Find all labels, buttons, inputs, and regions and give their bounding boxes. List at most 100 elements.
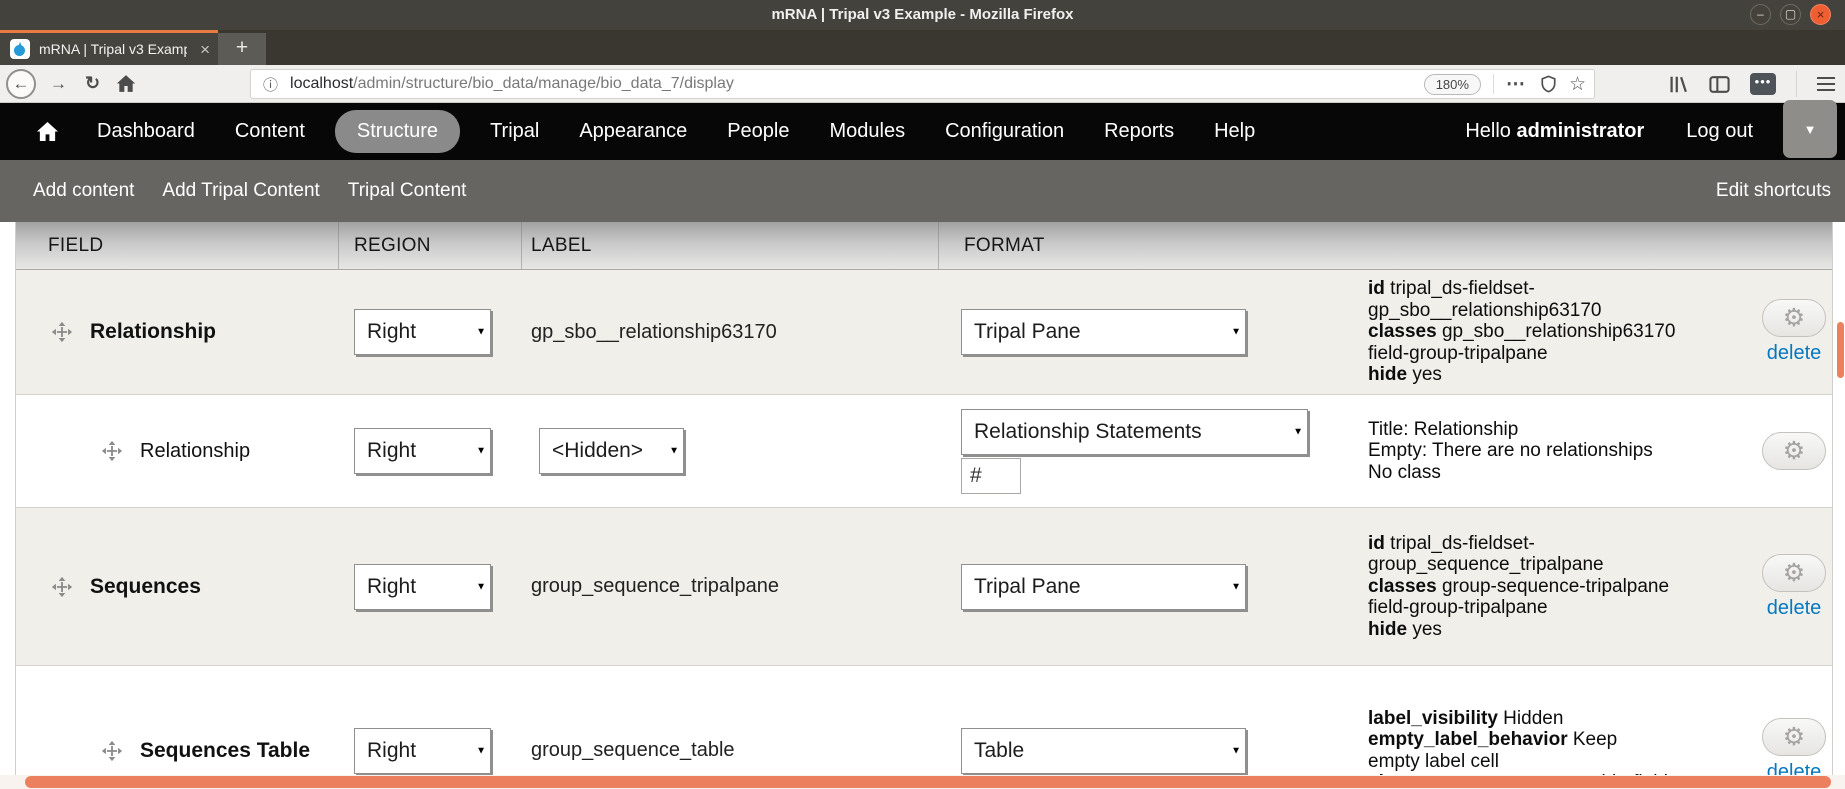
field-cell: Sequences Table xyxy=(16,666,339,789)
shortcut-add-tripal-content[interactable]: Add Tripal Content xyxy=(148,180,333,202)
field-name: Relationship xyxy=(90,314,216,350)
region-select[interactable]: Right ▼ xyxy=(354,728,491,774)
horizontal-scrollbar-thumb[interactable] xyxy=(25,776,1831,788)
column-header-format: FORMAT xyxy=(939,222,1346,269)
machine-label: group_sequence_tripalpane xyxy=(531,575,779,598)
admin-home-icon[interactable] xyxy=(36,121,59,142)
menu-icon[interactable] xyxy=(1817,77,1835,91)
site-info-icon[interactable]: ⓘ xyxy=(263,74,278,95)
library-icon[interactable] xyxy=(1668,75,1689,94)
summary-line: field-group-tripalpane xyxy=(1368,343,1675,365)
column-header-settings xyxy=(1346,222,1736,269)
browser-tab[interactable]: mRNA | Tripal v3 Example × xyxy=(0,30,218,65)
extension-icon[interactable]: ••• xyxy=(1750,73,1776,95)
pocket-shield-icon[interactable] xyxy=(1540,75,1557,93)
format-class-input[interactable] xyxy=(961,458,1021,494)
admin-toolbar: DashboardContent Structure TripalAppearanc… xyxy=(0,103,1845,160)
admin-menu-item-appearance[interactable]: Appearance xyxy=(559,120,707,143)
back-button[interactable]: ← xyxy=(6,69,36,99)
drag-handle-icon[interactable] xyxy=(51,321,73,343)
reload-button[interactable]: ↻ xyxy=(85,73,100,94)
shortcuts-bar: Add content Add Tripal Content Tripal Co… xyxy=(0,160,1845,222)
region-cell: Right ▼ xyxy=(339,270,522,394)
region-cell: Right ▼ xyxy=(339,666,522,789)
select-arrow-icon: ▼ xyxy=(1293,426,1303,437)
admin-menu-item-content[interactable]: Content xyxy=(215,120,325,143)
maximize-button[interactable]: ▢ xyxy=(1780,4,1801,25)
machine-label: gp_sbo__relationship63170 xyxy=(531,321,777,344)
vertical-scrollbar-thumb[interactable] xyxy=(1837,322,1844,378)
region-select[interactable]: Right ▼ xyxy=(354,428,491,474)
format-select[interactable]: Relationship Statements ▼ xyxy=(961,409,1308,455)
settings-gear-button[interactable]: ⚙ xyxy=(1762,299,1826,337)
table-header-row: FIELD REGION LABEL FORMAT xyxy=(16,222,1832,270)
settings-gear-button[interactable]: ⚙ xyxy=(1762,432,1826,470)
close-button[interactable]: × xyxy=(1810,4,1831,25)
admin-menu-item-dashboard[interactable]: Dashboard xyxy=(77,120,215,143)
admin-menu-item-modules[interactable]: Modules xyxy=(810,120,926,143)
summary-line: field-group-tripalpane xyxy=(1368,597,1669,619)
summary-line: hide yes xyxy=(1368,619,1669,641)
zoom-level-badge[interactable]: 180% xyxy=(1424,74,1481,95)
drag-handle-icon[interactable] xyxy=(101,740,123,762)
chevron-down-icon: ▼ xyxy=(1804,122,1817,137)
minimize-button[interactable]: – xyxy=(1750,4,1771,25)
admin-menu-item-people[interactable]: People xyxy=(707,120,809,143)
format-select[interactable]: Table ▼ xyxy=(961,728,1246,774)
logout-link[interactable]: Log out xyxy=(1686,120,1753,143)
label-select[interactable]: <Hidden> ▼ xyxy=(539,428,684,474)
shortcut-add-content[interactable]: Add content xyxy=(19,180,148,202)
url-bar[interactable]: ⓘ localhost/admin/structure/bio_data/man… xyxy=(250,69,1595,99)
settings-gear-button[interactable]: ⚙ xyxy=(1762,554,1826,592)
delete-link[interactable]: delete xyxy=(1767,342,1822,365)
admin-menu-item-configuration[interactable]: Configuration xyxy=(925,120,1084,143)
gear-icon: ⚙ xyxy=(1783,722,1805,752)
field-name: Relationship xyxy=(140,433,250,469)
operations-cell: ⚙ delete xyxy=(1736,270,1834,394)
operations-cell: ⚙ delete xyxy=(1736,508,1834,665)
summary-cell: id tripal_ds-fieldset-gp_sbo__relationsh… xyxy=(1346,270,1736,394)
window-controls: – ▢ × xyxy=(1750,4,1831,25)
admin-menu: DashboardContent Structure TripalAppearanc… xyxy=(77,110,1275,153)
forward-button[interactable]: → xyxy=(50,74,67,94)
url-host: localhost xyxy=(290,75,353,92)
field-row: Relationship Right ▼ gp_sbo__relationshi… xyxy=(16,270,1832,394)
drag-handle-icon[interactable] xyxy=(101,440,123,462)
format-select[interactable]: Tripal Pane ▼ xyxy=(961,309,1246,355)
select-arrow-icon: ▼ xyxy=(476,446,486,457)
delete-link[interactable]: delete xyxy=(1767,597,1822,620)
summary-line: group_sequence_tripalpane xyxy=(1368,554,1669,576)
drag-handle-icon[interactable] xyxy=(51,576,73,598)
format-summary: Title: RelationshipEmpty: There are no r… xyxy=(1346,419,1653,484)
summary-line: classes group-sequence-tripalpane xyxy=(1368,576,1669,598)
toolbar-orientation-toggle[interactable]: ▼ xyxy=(1783,100,1837,158)
back-arrow-icon: ← xyxy=(13,74,30,94)
field-cell: Relationship xyxy=(16,395,339,507)
sidebar-icon[interactable] xyxy=(1709,75,1730,94)
edit-shortcuts-link[interactable]: Edit shortcuts xyxy=(1716,180,1831,202)
region-select[interactable]: Right ▼ xyxy=(354,309,491,355)
tab-close-icon[interactable]: × xyxy=(200,41,210,58)
region-cell: Right ▼ xyxy=(339,395,522,507)
gear-icon: ⚙ xyxy=(1783,303,1805,333)
settings-gear-button[interactable]: ⚙ xyxy=(1762,718,1826,756)
new-tab-button[interactable]: + xyxy=(218,33,266,65)
page-actions-icon[interactable]: ⋯ xyxy=(1506,73,1526,96)
admin-menu-item-tripal[interactable]: Tripal xyxy=(470,120,559,143)
summary-line: classes gp_sbo__relationship63170 xyxy=(1368,321,1675,343)
select-arrow-icon: ▼ xyxy=(476,581,486,592)
shortcut-tripal-content[interactable]: Tripal Content xyxy=(334,180,481,202)
admin-menu-item-structure[interactable]: Structure xyxy=(335,110,460,153)
gear-icon: ⚙ xyxy=(1783,436,1805,466)
region-select[interactable]: Right ▼ xyxy=(354,564,491,610)
field-table-body: Relationship Right ▼ gp_sbo__relationshi… xyxy=(16,270,1832,789)
select-arrow-icon: ▼ xyxy=(1231,581,1241,592)
home-button[interactable] xyxy=(116,74,136,93)
summary-line: empty_label_behavior Keep xyxy=(1368,729,1668,751)
bookmark-star-icon[interactable]: ☆ xyxy=(1569,73,1586,96)
format-select[interactable]: Tripal Pane ▼ xyxy=(961,564,1246,610)
summary-cell: Title: RelationshipEmpty: There are no r… xyxy=(1346,395,1736,507)
admin-menu-item-help[interactable]: Help xyxy=(1194,120,1275,143)
field-name: Sequences xyxy=(90,569,201,605)
admin-menu-item-reports[interactable]: Reports xyxy=(1084,120,1194,143)
